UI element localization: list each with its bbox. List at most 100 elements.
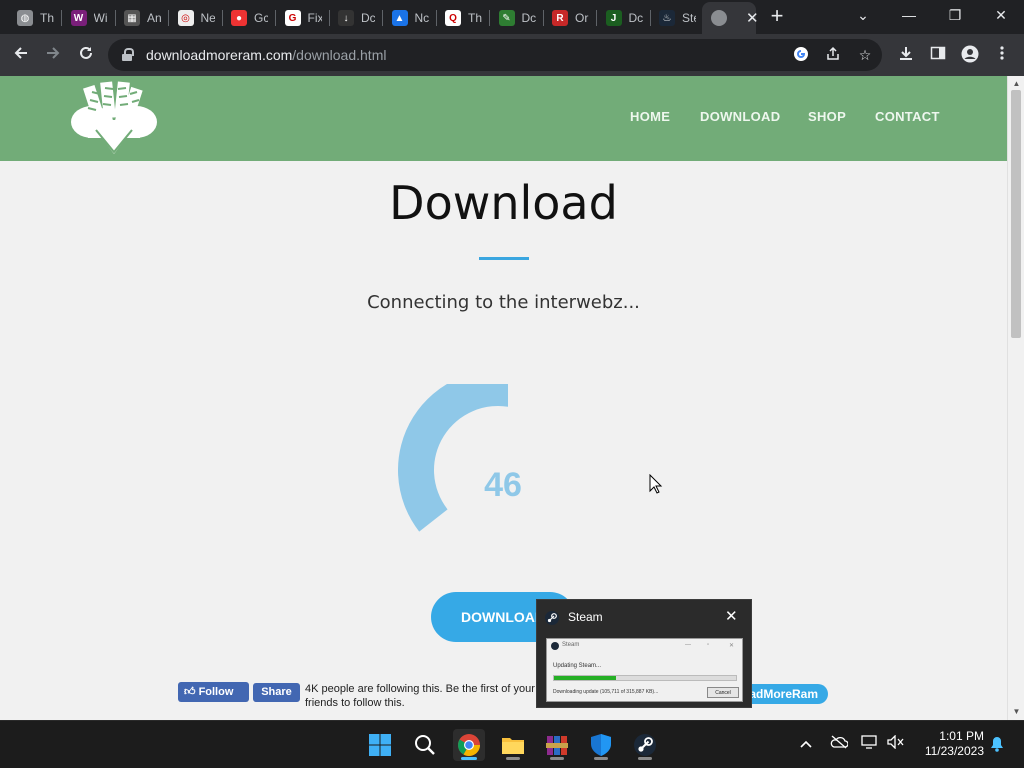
tab-4[interactable]: ◎ Ne xyxy=(169,4,221,32)
scroll-down-arrow[interactable]: ▼ xyxy=(1008,706,1024,718)
google-icon: G xyxy=(284,10,301,26)
tray-overflow-chevron[interactable] xyxy=(800,735,812,751)
steam-maximize-icon: ▫ xyxy=(707,642,710,648)
tab-title: Wi xyxy=(93,11,108,25)
tab-12[interactable]: J Dc xyxy=(597,4,649,32)
running-indicator xyxy=(550,757,564,760)
search-icon: Q xyxy=(445,10,461,26)
search-button[interactable] xyxy=(409,729,441,761)
tab-title: Fix xyxy=(307,11,322,25)
forward-arrow-icon xyxy=(47,47,60,59)
taskbar-file-explorer[interactable] xyxy=(497,729,529,761)
tab-title: Dc xyxy=(521,11,536,25)
tab-9[interactable]: Q Th xyxy=(436,4,488,32)
tab-6[interactable]: G Fix xyxy=(276,4,328,32)
tab-active[interactable]: ✕ xyxy=(702,2,759,34)
taskbar-steam[interactable] xyxy=(629,729,661,761)
taskbar-chrome[interactable] xyxy=(453,729,485,761)
chrome-icon xyxy=(458,734,480,756)
back-arrow-icon xyxy=(14,47,27,59)
chrome-icon: ◎ xyxy=(177,10,194,26)
google-lens-icon[interactable] xyxy=(792,46,810,64)
close-icon[interactable]: ✕ xyxy=(725,607,738,625)
clock-date: 11/23/2023 xyxy=(924,744,984,758)
tab-1[interactable]: ◍ Th xyxy=(8,4,60,32)
forward-button[interactable] xyxy=(40,42,66,68)
scroll-thumb[interactable] xyxy=(1011,90,1021,338)
close-tab-icon[interactable]: ✕ xyxy=(746,9,759,27)
downloads-icon[interactable] xyxy=(896,45,916,65)
r-logo-icon: R xyxy=(552,10,568,26)
minimize-button[interactable]: — xyxy=(886,0,932,30)
page-scrollbar[interactable]: ▲ ▼ xyxy=(1007,76,1024,720)
address-bar[interactable]: downloadmoreram.com /download.html ☆ xyxy=(108,39,882,71)
running-indicator xyxy=(638,757,652,760)
tab-3[interactable]: ▦ An xyxy=(115,4,167,32)
scroll-up-arrow[interactable]: ▲ xyxy=(1008,78,1024,90)
nav-contact[interactable]: CONTACT xyxy=(875,109,940,124)
tab-7[interactable]: ↓ Dc xyxy=(329,4,381,32)
running-indicator xyxy=(506,757,520,760)
tab-11[interactable]: R Or xyxy=(543,4,595,32)
taskbar-defender[interactable] xyxy=(585,729,617,761)
fb-follow-button[interactable]: 👍︎ Follow xyxy=(178,682,249,702)
nav-download[interactable]: DOWNLOAD xyxy=(700,109,780,124)
active-indicator xyxy=(461,757,477,760)
download-ram-logo[interactable] xyxy=(70,80,158,156)
tab-title: Dc xyxy=(361,11,375,25)
clock-time: 1:01 PM xyxy=(939,729,984,743)
thumbs-up-icon: 👍︎ xyxy=(184,686,196,698)
maximize-button[interactable]: ❐ xyxy=(932,0,978,30)
taskbar-clock[interactable]: 1:01 PM 11/23/2023 xyxy=(916,729,984,759)
reload-button[interactable] xyxy=(73,42,99,68)
tab-5[interactable]: ● Gc xyxy=(222,4,274,32)
fb-follow-label: Follow xyxy=(198,686,234,698)
folder-icon xyxy=(502,738,524,754)
shield-icon xyxy=(591,734,611,756)
onedrive-offline-icon[interactable] xyxy=(830,735,849,752)
nav-home[interactable]: HOME xyxy=(630,109,670,124)
fb-share-button[interactable]: Share xyxy=(253,683,300,702)
tab-search-button[interactable]: ⌄ xyxy=(840,0,886,30)
page-viewport: HOME DOWNLOAD SHOP CONTACT Download Conn… xyxy=(0,76,1024,720)
reload-icon xyxy=(80,46,92,59)
tab-13[interactable]: ♨ Ste xyxy=(650,4,702,32)
steam-update-window: Steam — ▫ ✕ Updating Steam... Downloadin… xyxy=(546,638,743,702)
menu-kebab-icon[interactable] xyxy=(992,45,1012,65)
url-path: /download.html xyxy=(292,47,387,63)
taskbar-winrar[interactable] xyxy=(541,729,573,761)
pen-icon: ✎ xyxy=(498,10,515,26)
windows-logo-icon xyxy=(369,734,391,756)
windows-taskbar: 1:01 PM 11/23/2023 xyxy=(0,720,1024,768)
notification-bell-icon[interactable] xyxy=(990,736,1004,755)
browser-toolbar: downloadmoreram.com /download.html ☆ xyxy=(0,34,1024,76)
network-icon[interactable] xyxy=(861,735,877,752)
start-button[interactable] xyxy=(364,729,396,761)
steam-small-icon xyxy=(551,642,559,650)
back-button[interactable] xyxy=(8,42,34,68)
title-divider xyxy=(479,257,529,260)
page-title: Download xyxy=(389,176,618,230)
steam-taskbar-preview[interactable]: Steam ✕ Steam — ▫ ✕ Updating Steam... Do… xyxy=(536,599,752,708)
globe-icon: ◍ xyxy=(17,10,33,26)
bookmark-star-icon[interactable]: ☆ xyxy=(856,46,874,64)
tab-2[interactable]: W Wi xyxy=(62,4,114,32)
new-tab-button[interactable]: + xyxy=(766,5,788,28)
tab-8[interactable]: ▲ Nc xyxy=(383,4,435,32)
profile-icon[interactable] xyxy=(960,45,980,65)
tab-title: Gc xyxy=(254,11,268,25)
tab-title: Ne xyxy=(200,11,215,25)
fb-follow-text: 4K people are following this. Be the fir… xyxy=(305,683,535,709)
share-icon[interactable] xyxy=(824,46,842,64)
tab-title: Dc xyxy=(628,11,643,25)
winrar-icon: W xyxy=(70,10,87,26)
volume-muted-icon[interactable] xyxy=(887,734,905,752)
tab-10[interactable]: ✎ Dc xyxy=(490,4,542,32)
side-panel-icon[interactable] xyxy=(928,45,948,65)
close-window-button[interactable]: ✕ xyxy=(978,0,1024,30)
nav-shop[interactable]: SHOP xyxy=(808,109,846,124)
lock-icon xyxy=(122,48,134,62)
globe-icon xyxy=(711,10,727,26)
tab-title: Th xyxy=(468,11,482,25)
steam-icon xyxy=(634,734,656,756)
